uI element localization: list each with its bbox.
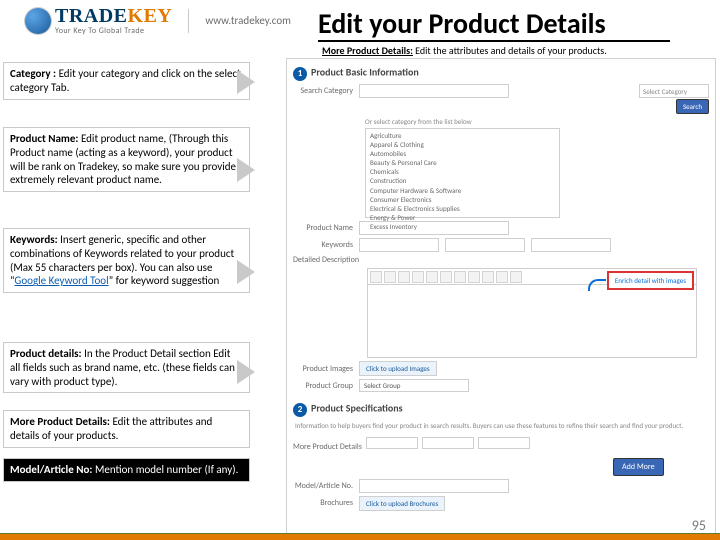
step-badge: 1 [293, 67, 307, 81]
footer-stripe [0, 534, 720, 540]
arrow-icon [584, 277, 606, 287]
product-name-label: Product Name [293, 223, 353, 233]
toolbar-icon[interactable] [384, 271, 396, 283]
list-item[interactable]: Construction [370, 176, 555, 185]
search-category-label: Search Category [293, 86, 353, 96]
toolbar-icon[interactable] [468, 271, 480, 283]
product-images-label: Product Images [293, 364, 353, 374]
or-select-label: Or select category from the list below [365, 117, 709, 126]
product-form-screenshot: 1 Product Basic Information Search Catego… [286, 58, 716, 534]
callout-model-no: Model/Article No: Mention model number (… [3, 458, 250, 482]
attr-input[interactable] [478, 437, 530, 449]
search-button[interactable]: Search [676, 99, 709, 114]
toolbar-icon[interactable] [370, 271, 382, 283]
select-category-dropdown[interactable]: Select Category [639, 84, 709, 98]
product-group-label: Product Group [293, 381, 353, 391]
list-item[interactable]: Apparel & Clothing [370, 140, 555, 149]
toolbar-icon[interactable] [482, 271, 494, 283]
callout-product-name: Product Name: Edit product name, (Throug… [3, 127, 250, 192]
callout-category: Category : Edit your category and click … [3, 62, 250, 100]
page-number: 95 [692, 517, 706, 534]
list-item[interactable]: Consumer Electronics [370, 195, 555, 204]
toolbar-icon[interactable] [440, 271, 452, 283]
step-label: Product Specifications [311, 402, 403, 415]
keyword-input[interactable] [359, 238, 439, 252]
toolbar-icon[interactable] [496, 271, 508, 283]
keywords-label: Keywords [293, 240, 353, 250]
model-no-label: Model/Article No. [293, 481, 353, 491]
add-more-button[interactable]: Add More [613, 458, 664, 476]
globe-icon [25, 8, 51, 34]
product-name-input[interactable] [359, 221, 509, 235]
pointer-icon [237, 70, 255, 94]
pointer-icon [237, 158, 255, 182]
attr-input[interactable] [422, 437, 474, 449]
pointer-icon [237, 260, 255, 284]
pointer-icon [237, 360, 255, 384]
toolbar-icon[interactable] [454, 271, 466, 283]
step-label: Product Basic Information [311, 66, 419, 79]
callout-more-details: More Product Details: Edit the attribute… [3, 410, 250, 448]
callout-keywords: Keywords: Insert generic, specific and o… [3, 228, 250, 293]
google-keyword-tool-link[interactable]: Google Keyword Tool [14, 274, 108, 287]
logo-block: TRADEKEY Your Key To Global Trade www.tr… [25, 5, 291, 36]
keyword-input[interactable] [531, 238, 611, 252]
page-title: Edit your Product Details [318, 6, 606, 41]
list-item[interactable]: Automobiles [370, 149, 555, 158]
keyword-input[interactable] [445, 238, 525, 252]
brand-url: www.tradekey.com [205, 14, 291, 27]
category-listbox[interactable]: Agriculture Apparel & Clothing Automobil… [365, 128, 560, 218]
toolbar-icon[interactable] [398, 271, 410, 283]
title-underline [318, 40, 670, 42]
model-no-input[interactable] [359, 479, 509, 493]
toolbar-icon[interactable] [412, 271, 424, 283]
list-item[interactable]: Chemicals [370, 167, 555, 176]
step-badge: 2 [293, 403, 307, 417]
divider [188, 9, 189, 33]
list-item[interactable]: Beauty & Personal Care [370, 158, 555, 167]
product-group-select[interactable]: Select Group [359, 379, 469, 392]
callout-product-details: Product details: In the Product Detail s… [3, 342, 250, 393]
upload-brochures-button[interactable]: Click to upload Brochures [359, 496, 445, 511]
list-item[interactable]: Agriculture [370, 131, 555, 140]
enrich-annotation: Enrich detail with images [607, 271, 694, 290]
toolbar-icon[interactable] [426, 271, 438, 283]
toolbar-icon[interactable] [510, 271, 522, 283]
search-category-input[interactable] [359, 84, 509, 98]
spec-note: Information to help buyers find your pro… [295, 421, 707, 431]
more-attr-label: More Product Details [293, 442, 362, 452]
description-label: Detailed Description [293, 255, 359, 265]
list-item[interactable]: Electrical & Electronics Supplies [370, 204, 555, 213]
list-item[interactable]: Computer Hardware & Software [370, 186, 555, 195]
brand-name: TRADEKEY [55, 5, 172, 28]
description-editor[interactable]: Enrich detail with images [367, 268, 697, 358]
attr-input[interactable] [366, 437, 418, 449]
subtitle: More Product Details: Edit the attribute… [322, 44, 607, 57]
upload-images-button[interactable]: Click to upload Images [359, 361, 437, 376]
brochures-label: Brochures [293, 498, 353, 508]
